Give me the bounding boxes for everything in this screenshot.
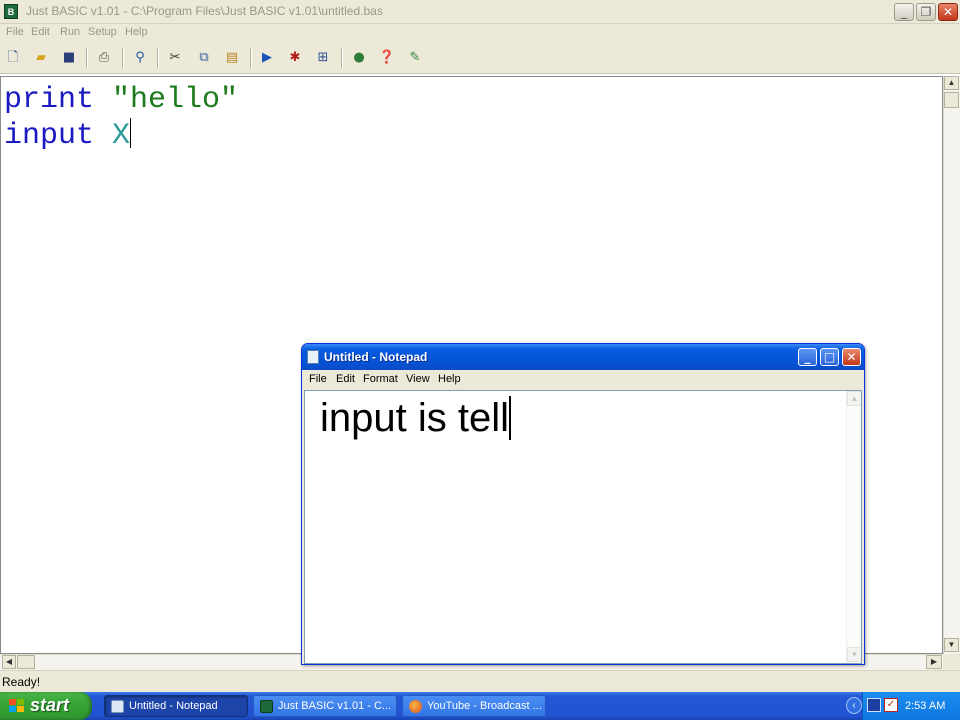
just-basic-app-icon bbox=[260, 700, 273, 713]
paste-icon[interactable]: ▤ bbox=[223, 49, 241, 67]
copy-icon[interactable]: ⧉ bbox=[195, 49, 213, 67]
start-label: start bbox=[30, 695, 70, 715]
editor-vertical-scrollbar[interactable]: ▲ ▼ bbox=[943, 76, 960, 654]
notepad-title-bar[interactable]: Untitled - Notepad _ □ ✕ bbox=[302, 344, 864, 370]
taskbar-item-label: YouTube - Broadcast ... bbox=[427, 700, 542, 712]
cut-icon[interactable]: ✂ bbox=[166, 49, 184, 67]
text-caret bbox=[130, 118, 132, 148]
help-icon[interactable]: ❓ bbox=[378, 49, 396, 67]
debug-bug-icon[interactable]: ✱ bbox=[286, 49, 304, 67]
menu-setup[interactable]: Setup bbox=[88, 26, 117, 38]
main-maximize-button[interactable]: ❐ bbox=[916, 3, 936, 21]
notepad-vertical-scrollbar[interactable]: ▲ ▼ bbox=[846, 391, 861, 663]
run-icon[interactable]: ▶ bbox=[258, 49, 276, 67]
code-line-1: print "hello" bbox=[4, 82, 238, 118]
start-button[interactable]: start bbox=[0, 692, 92, 720]
notepad-menu-format[interactable]: Format bbox=[363, 373, 398, 385]
status-bar: Ready! bbox=[0, 670, 960, 692]
main-window-title: Just BASIC v1.01 - C:\Program Files\Just… bbox=[26, 4, 383, 18]
menu-help[interactable]: Help bbox=[125, 26, 148, 38]
toolbar-separator bbox=[86, 48, 88, 68]
just-basic-app-icon: B bbox=[4, 4, 18, 19]
taskbar-item-notepad[interactable]: Untitled - Notepad bbox=[104, 695, 248, 717]
taskbar-item-just-basic[interactable]: Just BASIC v1.01 - C... bbox=[253, 695, 397, 717]
keyword-token: print bbox=[4, 83, 95, 117]
string-token: "hello" bbox=[112, 83, 239, 117]
notepad-window: Untitled - Notepad _ □ ✕ File Edit Forma… bbox=[301, 343, 865, 665]
notepad-content: input is tell bbox=[320, 394, 511, 442]
scroll-thumb[interactable] bbox=[944, 92, 959, 108]
notepad-menu-view[interactable]: View bbox=[406, 373, 430, 385]
menu-run[interactable]: Run bbox=[60, 26, 80, 38]
network-icon[interactable] bbox=[867, 698, 881, 712]
variable-token: X bbox=[112, 119, 131, 153]
scroll-down-icon[interactable]: ▼ bbox=[944, 638, 959, 652]
new-file-icon[interactable]: 🗋 bbox=[4, 49, 22, 67]
notepad-title: Untitled - Notepad bbox=[324, 350, 428, 364]
open-folder-icon[interactable]: ▰ bbox=[32, 49, 50, 67]
find-icon[interactable]: ⚲ bbox=[131, 49, 149, 67]
taskbar-item-label: Just BASIC v1.01 - C... bbox=[278, 700, 392, 712]
notepad-app-icon bbox=[111, 700, 124, 713]
save-disk-icon[interactable]: ■ bbox=[60, 49, 78, 67]
main-toolbar: 🗋 ▰ ■ ⎙ ⚲ ✂ ⧉ ▤ ▶ ✱ ⊞ ● ❓ ✎ bbox=[0, 42, 960, 74]
notepad-menu-file[interactable]: File bbox=[309, 373, 327, 385]
notepad-text: input is tell bbox=[320, 396, 509, 440]
windows-flag-icon bbox=[9, 699, 25, 713]
main-minimize-button[interactable]: _ bbox=[894, 3, 914, 21]
taskbar-item-label: Untitled - Notepad bbox=[129, 700, 218, 712]
status-text: Ready! bbox=[2, 675, 41, 689]
taskbar-item-youtube[interactable]: YouTube - Broadcast ... bbox=[402, 695, 546, 717]
scroll-up-icon[interactable]: ▲ bbox=[944, 76, 959, 90]
menu-edit[interactable]: Edit bbox=[31, 26, 50, 38]
notepad-maximize-button[interactable]: □ bbox=[820, 348, 839, 366]
print-icon[interactable]: ⎙ bbox=[95, 49, 113, 67]
scroll-up-icon[interactable]: ▲ bbox=[847, 391, 861, 406]
toolbar-separator bbox=[250, 48, 252, 68]
main-close-button[interactable]: ✕ bbox=[938, 3, 958, 21]
toolbar-separator bbox=[341, 48, 343, 68]
scrollbar-corner bbox=[943, 654, 960, 670]
keyword-token: input bbox=[4, 119, 95, 153]
notepad-menu-edit[interactable]: Edit bbox=[336, 373, 355, 385]
toolbar-separator bbox=[122, 48, 124, 68]
notepad-minimize-button[interactable]: _ bbox=[798, 348, 817, 366]
main-menubar: File Edit Run Setup Help bbox=[0, 24, 960, 42]
notepad-app-icon bbox=[307, 350, 319, 364]
antivirus-icon[interactable]: ✓ bbox=[884, 698, 898, 712]
main-title-bar[interactable]: B Just BASIC v1.01 - C:\Program Files\Ju… bbox=[0, 0, 960, 24]
notepad-close-button[interactable]: ✕ bbox=[842, 348, 861, 366]
firefox-icon bbox=[409, 700, 422, 713]
toolbar-separator bbox=[157, 48, 159, 68]
show-hidden-icons-icon[interactable]: ‹ bbox=[846, 697, 862, 714]
clock: 2:53 AM bbox=[905, 700, 946, 712]
scroll-left-icon[interactable]: ◀ bbox=[2, 655, 16, 669]
menu-file[interactable]: File bbox=[6, 26, 24, 38]
scroll-down-icon[interactable]: ▼ bbox=[847, 647, 861, 662]
code-line-2: input X bbox=[4, 118, 132, 154]
text-caret bbox=[508, 396, 511, 440]
kill-window-icon[interactable]: ⊞ bbox=[314, 49, 332, 67]
internet-globe-icon[interactable]: ● bbox=[350, 49, 368, 67]
notepad-text-area[interactable]: input is tell ▲ ▼ bbox=[304, 390, 862, 664]
edit-notes-icon[interactable]: ✎ bbox=[406, 49, 424, 67]
notepad-menu-help[interactable]: Help bbox=[438, 373, 461, 385]
notepad-menubar: File Edit Format View Help bbox=[304, 370, 862, 390]
scroll-thumb[interactable] bbox=[17, 655, 35, 669]
scroll-right-icon[interactable]: ▶ bbox=[926, 655, 942, 669]
